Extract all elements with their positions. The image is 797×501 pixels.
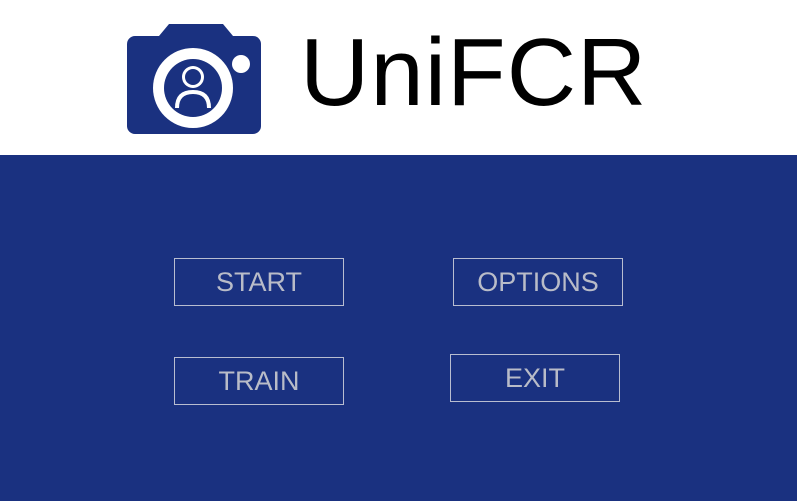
exit-button[interactable]: EXIT [450, 354, 620, 402]
main-menu-panel [0, 155, 797, 501]
start-button[interactable]: START [174, 258, 344, 306]
options-button[interactable]: OPTIONS [453, 258, 623, 306]
header: UniFCR [0, 0, 797, 155]
camera-user-icon [127, 24, 261, 134]
app-window: UniFCR START OPTIONS TRAIN EXIT [0, 0, 797, 501]
train-button[interactable]: TRAIN [174, 357, 344, 405]
app-title: UniFCR [300, 19, 648, 126]
